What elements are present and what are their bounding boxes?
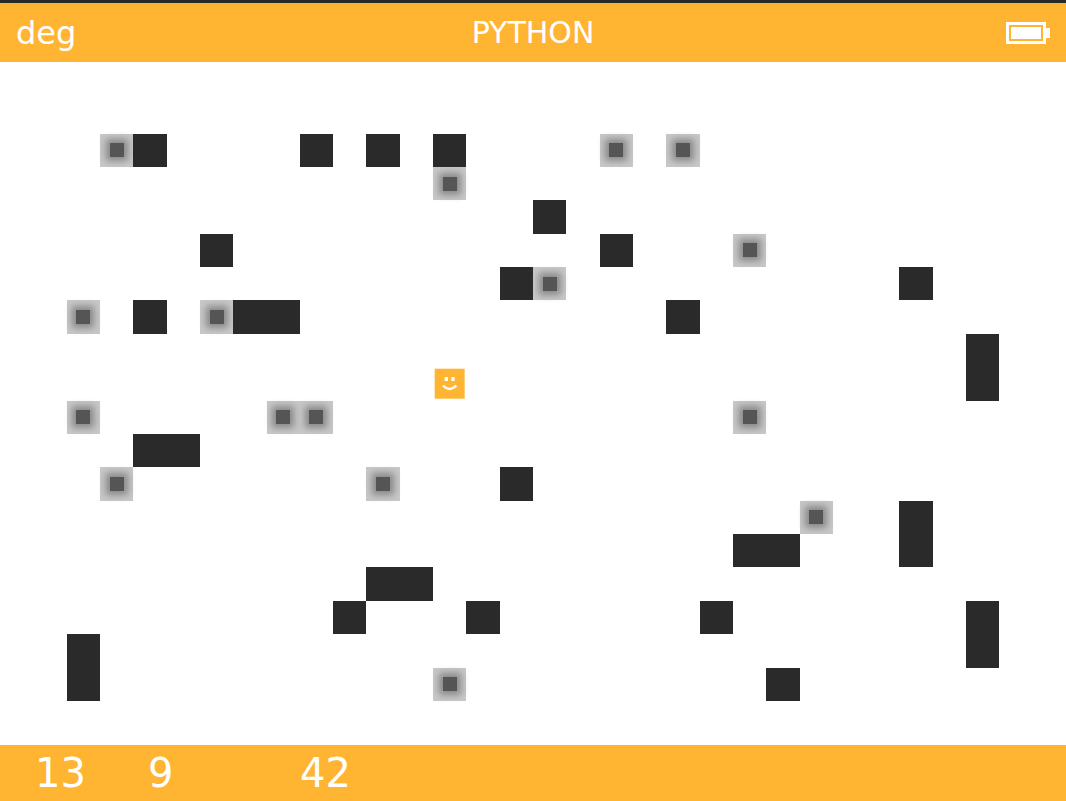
app-title: PYTHON	[0, 15, 1066, 50]
crate-tile	[733, 234, 766, 267]
score-value: 9	[148, 751, 300, 795]
crate-tile	[67, 401, 100, 434]
wall-tile	[966, 367, 999, 400]
wall-tile	[366, 567, 399, 600]
crate-tile	[267, 401, 300, 434]
wall-tile	[533, 200, 566, 233]
wall-tile	[500, 467, 533, 500]
wall-tile	[433, 134, 466, 167]
crate-tile	[733, 401, 766, 434]
crate-tile	[600, 134, 633, 167]
game-board	[0, 62, 1066, 745]
wall-tile	[133, 434, 166, 467]
wall-tile	[700, 601, 733, 634]
battery-icon	[1006, 22, 1050, 44]
wall-tile	[366, 134, 399, 167]
wall-tile	[233, 300, 266, 333]
wall-tile	[899, 267, 932, 300]
wall-tile	[899, 534, 932, 567]
wall-tile	[766, 534, 799, 567]
wall-tile	[167, 434, 200, 467]
wall-tile	[267, 300, 300, 333]
wall-tile	[600, 234, 633, 267]
crate-tile	[800, 501, 833, 534]
player-icon	[433, 367, 466, 400]
crate-tile	[666, 134, 699, 167]
wall-tile	[500, 267, 533, 300]
crate-tile	[100, 467, 133, 500]
wall-tile	[133, 300, 166, 333]
calculator-screen: deg PYTHON 13942	[0, 0, 1066, 801]
wall-tile	[666, 300, 699, 333]
wall-tile	[300, 134, 333, 167]
score-value: 42	[300, 751, 1066, 795]
wall-tile	[133, 134, 166, 167]
angle-unit: deg	[16, 14, 76, 52]
score-bar: 13942	[0, 745, 1066, 801]
wall-tile	[333, 601, 366, 634]
crate-tile	[533, 267, 566, 300]
wall-tile	[67, 668, 100, 701]
crate-tile	[67, 300, 100, 333]
crate-tile	[200, 300, 233, 333]
wall-tile	[899, 501, 932, 534]
wall-tile	[466, 601, 499, 634]
wall-tile	[733, 534, 766, 567]
crate-tile	[300, 401, 333, 434]
wall-tile	[67, 634, 100, 667]
crate-tile	[366, 467, 399, 500]
wall-tile	[766, 668, 799, 701]
wall-tile	[966, 634, 999, 667]
wall-tile	[200, 234, 233, 267]
crate-tile	[433, 167, 466, 200]
crate-tile	[100, 134, 133, 167]
wall-tile	[966, 601, 999, 634]
status-bar: deg PYTHON	[0, 0, 1066, 62]
score-value: 13	[35, 751, 148, 795]
wall-tile	[966, 334, 999, 367]
wall-tile	[400, 567, 433, 600]
crate-tile	[433, 668, 466, 701]
